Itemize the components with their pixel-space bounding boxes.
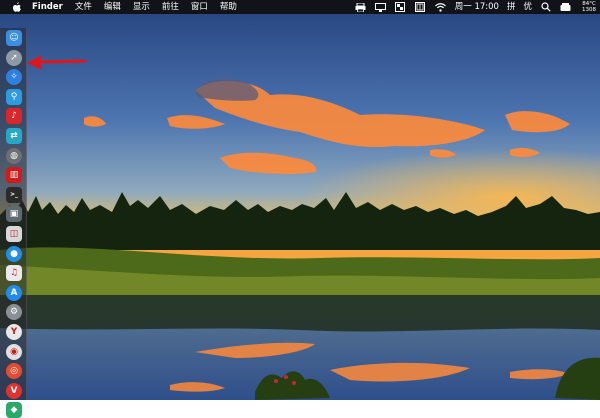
desktop-wallpaper (0, 0, 600, 400)
dock-item-preview[interactable]: ◫ (6, 226, 22, 242)
preview-icon: ◫ (9, 229, 19, 239)
dock-item-earth[interactable]: ◍ (6, 147, 22, 164)
dock-item-itunes[interactable]: ♫ (6, 265, 22, 282)
dock-item-photos-preview[interactable]: ▣ (6, 206, 22, 223)
dock-item-vivaldi[interactable]: V (6, 382, 22, 399)
menu-file[interactable]: 文件 (75, 0, 92, 14)
microphone-icon: ● (10, 248, 18, 259)
gear-icon: ⚙ (9, 307, 19, 318)
dock-item-chrome[interactable]: ◉ (6, 343, 22, 360)
v-icon: V (10, 385, 18, 396)
ime-status-label[interactable]: 优 (523, 0, 532, 14)
notification-drive-icon[interactable] (560, 2, 571, 12)
migrate-icon: ⇄ (10, 131, 18, 141)
menu-view[interactable]: 显示 (133, 0, 150, 14)
user-search-icon[interactable] (540, 2, 551, 12)
terminal-icon: >_ (9, 191, 19, 199)
dock-item-photo-booth[interactable]: ⚲ (6, 88, 22, 105)
app-store-icon: A (10, 287, 18, 298)
dock-item-weibo[interactable]: ◎ (6, 363, 22, 380)
input-method-label[interactable]: 拼 (507, 0, 516, 14)
music-icon: ♫ (9, 268, 19, 279)
dock-item-siri[interactable]: ● (6, 245, 22, 262)
dock-item-launchpad[interactable]: ➚ (6, 49, 22, 66)
dock-item-system-preferences[interactable]: ⚙ (6, 304, 22, 321)
temperature-extra-value: 1308 (582, 7, 596, 13)
menu-clock[interactable]: 周一 17:00 (455, 0, 499, 14)
dock-item-netease-music[interactable]: ♪ (6, 108, 22, 125)
green-app-icon: ◆ (10, 405, 18, 416)
red-arrow-annotation (27, 55, 87, 70)
red-app-icon: ▥ (9, 170, 19, 181)
status-menus: 周一 17:00 拼 优 84°C 1308 (355, 0, 596, 14)
menu-window[interactable]: 窗口 (191, 0, 208, 14)
wifi-icon[interactable] (434, 2, 446, 12)
magnifier-icon: ⚲ (10, 91, 18, 102)
temperature-monitor[interactable]: 84°C 1308 (582, 1, 596, 13)
dock-item-red-app[interactable]: ▥ (6, 167, 22, 184)
weibo-icon: ◎ (10, 366, 18, 377)
finder-icon: ☺ (9, 33, 19, 43)
menu-app-name[interactable]: Finder (32, 0, 63, 14)
dock: ☺ ➚ ✧ ⚲ ♪ ⇄ ◍ ▥ >_ ▣ ◫ ● ♫ A ⚙ Y ◉ ◎ V ◆ (0, 28, 27, 418)
chrome-icon: ◉ (10, 346, 18, 357)
dock-item-terminal[interactable]: >_ (6, 186, 22, 203)
dock-item-green-app[interactable]: ◆ (6, 402, 22, 418)
screen-mirroring-icon[interactable] (395, 2, 406, 12)
dock-item-finder[interactable]: ☺ (6, 30, 22, 46)
music-note-icon: ♪ (11, 111, 17, 122)
globe-icon: ◍ (10, 150, 18, 161)
printer-status-icon[interactable] (355, 2, 366, 12)
menu-edit[interactable]: 编辑 (104, 0, 121, 14)
compass-icon: ✧ (10, 72, 18, 83)
dock-item-safari[interactable]: ✧ (6, 69, 22, 86)
menu-go[interactable]: 前往 (162, 0, 179, 14)
menu-help[interactable]: 帮助 (220, 0, 237, 14)
dock-item-yandex[interactable]: Y (6, 324, 22, 340)
dock-item-migration[interactable]: ⇄ (6, 128, 22, 144)
y-icon: Y (10, 327, 18, 337)
window-grid-icon[interactable] (415, 2, 426, 12)
apple-menu-icon[interactable] (12, 1, 24, 13)
menu-bar: Finder 文件 编辑 显示 前往 窗口 帮助 周一 17:00 拼 优 84… (0, 0, 600, 14)
rocket-icon: ➚ (10, 52, 18, 63)
dock-item-app-store[interactable]: A (6, 284, 22, 301)
display-icon[interactable] (374, 2, 386, 12)
picture-icon: ▣ (9, 209, 19, 220)
